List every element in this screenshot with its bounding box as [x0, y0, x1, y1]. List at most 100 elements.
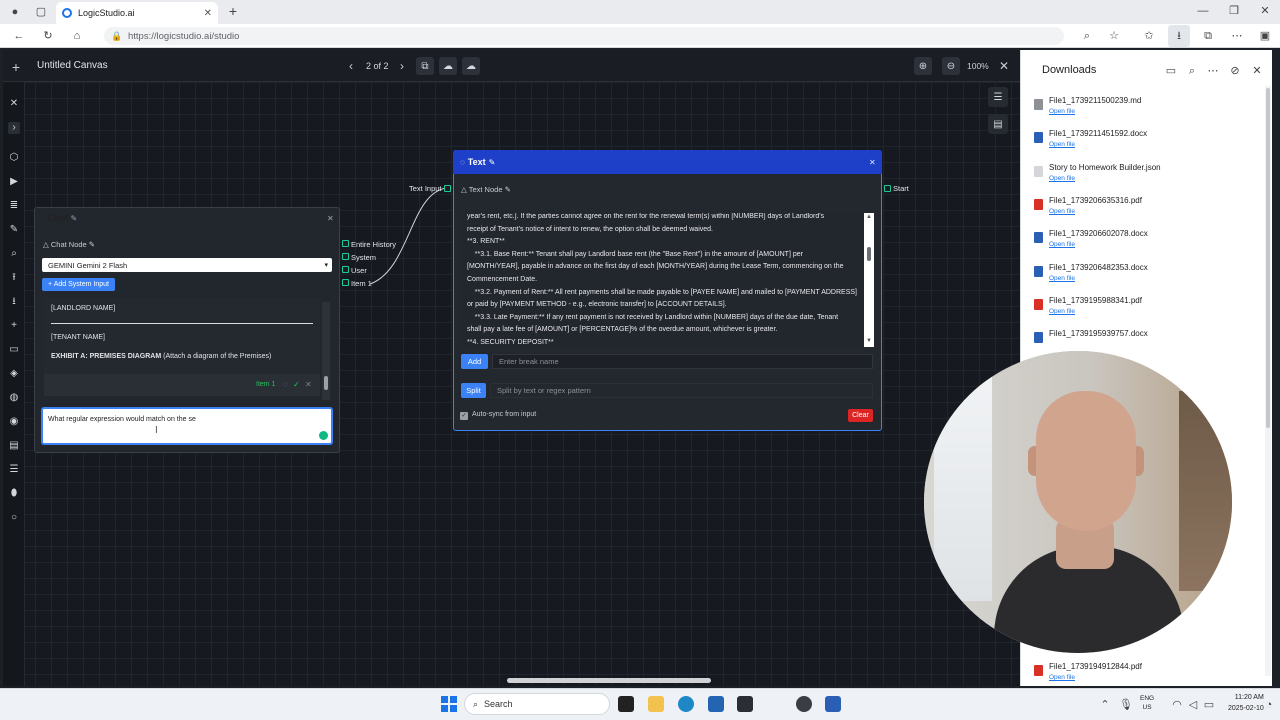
rename-icon[interactable]: ✎ [71, 214, 78, 223]
rename-text-node-icon[interactable]: ✎ [489, 158, 496, 167]
chat-message-input[interactable]: What regular expression would match on t… [41, 407, 333, 445]
split-pattern-input[interactable]: Split by text or regex pattern [490, 383, 873, 398]
document-icon[interactable]: ▤ [8, 440, 20, 452]
download-item[interactable]: File1_1739206602078.docx Open file [1032, 229, 1262, 259]
next-page-icon[interactable]: › [394, 59, 410, 73]
wifi-icon[interactable]: ◠ [1170, 698, 1184, 712]
edit-icon[interactable]: ✎ [8, 224, 20, 236]
cube-icon[interactable]: ⬡ [8, 152, 20, 164]
port-text-input[interactable] [444, 185, 451, 192]
database-icon[interactable]: ≣ [8, 200, 20, 212]
download-icon[interactable]: ⭳ [8, 296, 20, 308]
system-clock[interactable]: 11:20 AM 2025-02-10 [1228, 692, 1264, 714]
battery-icon[interactable]: ▭ [1202, 698, 1216, 712]
autosync-checkbox[interactable]: ✓ [460, 412, 468, 420]
model-select[interactable]: GEMINI Gemini 2 Flash ▾ [42, 258, 332, 272]
tab-close-icon[interactable]: ✕ [204, 8, 212, 19]
volume-icon[interactable]: ◁ [1186, 698, 1200, 712]
text-node-header[interactable]: ◌ Text ✎ [453, 150, 882, 174]
scroll-down-icon[interactable]: ▼ [866, 338, 872, 344]
play-icon[interactable]: ▶ [8, 176, 20, 188]
scrollbar-thumb[interactable] [867, 247, 871, 261]
prev-page-icon[interactable]: ‹ [343, 59, 359, 73]
open-file-link[interactable]: Open file [1049, 308, 1075, 315]
port-system[interactable] [342, 253, 349, 260]
monitor-icon[interactable]: ▭ [8, 344, 20, 356]
site-info-icon[interactable]: 🔒 [110, 29, 124, 43]
chat-node-header[interactable]: ◌ Chat ✎ [41, 213, 77, 223]
new-tab-icon[interactable]: + [226, 4, 240, 18]
start-button[interactable] [441, 696, 457, 712]
split-button[interactable]: Split [461, 383, 486, 398]
favorites-icon[interactable]: ✩ [1142, 29, 1156, 43]
download-item[interactable]: File1_1739206635316.pdf Open file [1032, 196, 1262, 226]
open-file-link[interactable]: Open file [1049, 208, 1075, 215]
download-item[interactable]: Story to Homework Builder.json Open file [1032, 163, 1262, 193]
break-name-input[interactable]: Enter break name [492, 354, 873, 369]
port-start[interactable] [884, 185, 891, 192]
calculator-icon[interactable] [708, 696, 724, 712]
tag-icon[interactable]: ◈ [8, 368, 20, 380]
search-downloads-icon[interactable]: ⌕ [1185, 64, 1199, 78]
check-icon[interactable]: ✓ [293, 380, 300, 389]
download-item[interactable]: File1_1739206482353.docx Open file [1032, 263, 1262, 293]
close-rail-icon[interactable]: ✕ [8, 98, 20, 110]
browser-tab[interactable]: LogicStudio.ai ✕ [56, 2, 218, 24]
tray-overflow-icon[interactable]: ⌃ [1098, 698, 1112, 712]
notifications-icon[interactable]: ◔ [1262, 698, 1276, 712]
zoom-in-button[interactable]: ⊕ [914, 57, 932, 75]
download-item[interactable]: File1_1739194912844.pdf Open file [1032, 662, 1262, 684]
edge-icon[interactable] [678, 696, 694, 712]
github-icon[interactable]: ◉ [8, 416, 20, 428]
scroll-up-icon[interactable]: ▲ [866, 214, 872, 220]
open-file-link[interactable]: Open file [1049, 175, 1075, 182]
extensions-icon[interactable]: ⧉ [1201, 29, 1215, 43]
open-file-link[interactable]: Open file [1049, 108, 1075, 115]
pin-icon[interactable]: ⬮ [8, 488, 20, 500]
send-status-dot[interactable] [319, 431, 328, 440]
maximize-icon[interactable]: ❐ [1227, 4, 1241, 18]
home-icon[interactable]: ⌂ [70, 29, 84, 43]
port-item1[interactable] [342, 279, 349, 286]
taskbar-search[interactable]: ⌕ Search [464, 693, 610, 715]
clear-button[interactable]: Clear [848, 409, 873, 422]
upload-icon[interactable]: ⭱ [8, 272, 20, 284]
chat-log-scrollbar[interactable] [322, 302, 330, 400]
chat-log[interactable]: [LANDLORD NAME] [TENANT NAME] EXHIBIT A:… [44, 298, 320, 396]
text-node-close-icon[interactable]: ✕ [869, 158, 876, 167]
canvas-horizontal-scrollbar[interactable] [507, 678, 711, 683]
word-icon[interactable] [825, 696, 841, 712]
scrollbar-thumb[interactable] [324, 376, 328, 390]
search-doc-icon[interactable]: ⌕ [8, 248, 20, 260]
zoom-icon[interactable]: ⌕ [1080, 29, 1094, 43]
sidebar-toggle-icon[interactable]: ▣ [1258, 29, 1272, 43]
task-view-icon[interactable] [618, 696, 634, 712]
url-field[interactable]: https://logicstudio.ai/studio [104, 27, 1064, 45]
minimize-icon[interactable]: — [1196, 4, 1210, 18]
close-canvas-icon[interactable]: ✕ [996, 59, 1012, 73]
refresh-icon[interactable]: ↻ [41, 29, 55, 43]
plus-icon[interactable]: + [8, 320, 20, 332]
download-item[interactable]: File1_1739195988341.pdf Open file [1032, 296, 1262, 326]
rename-subtitle-icon[interactable]: ✎ [503, 185, 511, 194]
rename-subtitle-icon[interactable]: ✎ [87, 240, 95, 249]
text-content-area[interactable]: year's rent, etc.]. If the parties canno… [462, 213, 864, 347]
collapse-triangle-icon[interactable]: △ [43, 240, 51, 249]
delete-message-icon[interactable]: ✕ [305, 380, 312, 389]
collapse-triangle-icon[interactable]: △ [461, 185, 469, 194]
profile-icon[interactable]: ● [8, 5, 22, 19]
download-item[interactable]: File1_1739211500239.md Open file [1032, 96, 1262, 126]
file-explorer-icon[interactable] [648, 696, 664, 712]
more-menu-icon[interactable]: ⋯ [1230, 29, 1244, 43]
unpin-icon[interactable]: ⊘ [1228, 64, 1242, 78]
menu-button[interactable]: ☰ [988, 87, 1008, 107]
microphone-icon[interactable]: 🎙 [1119, 698, 1133, 712]
download-button[interactable]: ☁ [462, 57, 480, 75]
canvas-title[interactable]: Untitled Canvas [37, 60, 108, 71]
back-icon[interactable]: ← [12, 29, 26, 43]
open-folder-icon[interactable]: ▭ [1164, 64, 1178, 78]
zoom-out-button[interactable]: ⊖ [942, 57, 960, 75]
download-item[interactable]: File1_1739211451592.docx Open file [1032, 129, 1262, 159]
circle-icon[interactable]: ○ [8, 512, 20, 524]
tab-actions-icon[interactable]: ▢ [34, 5, 48, 19]
